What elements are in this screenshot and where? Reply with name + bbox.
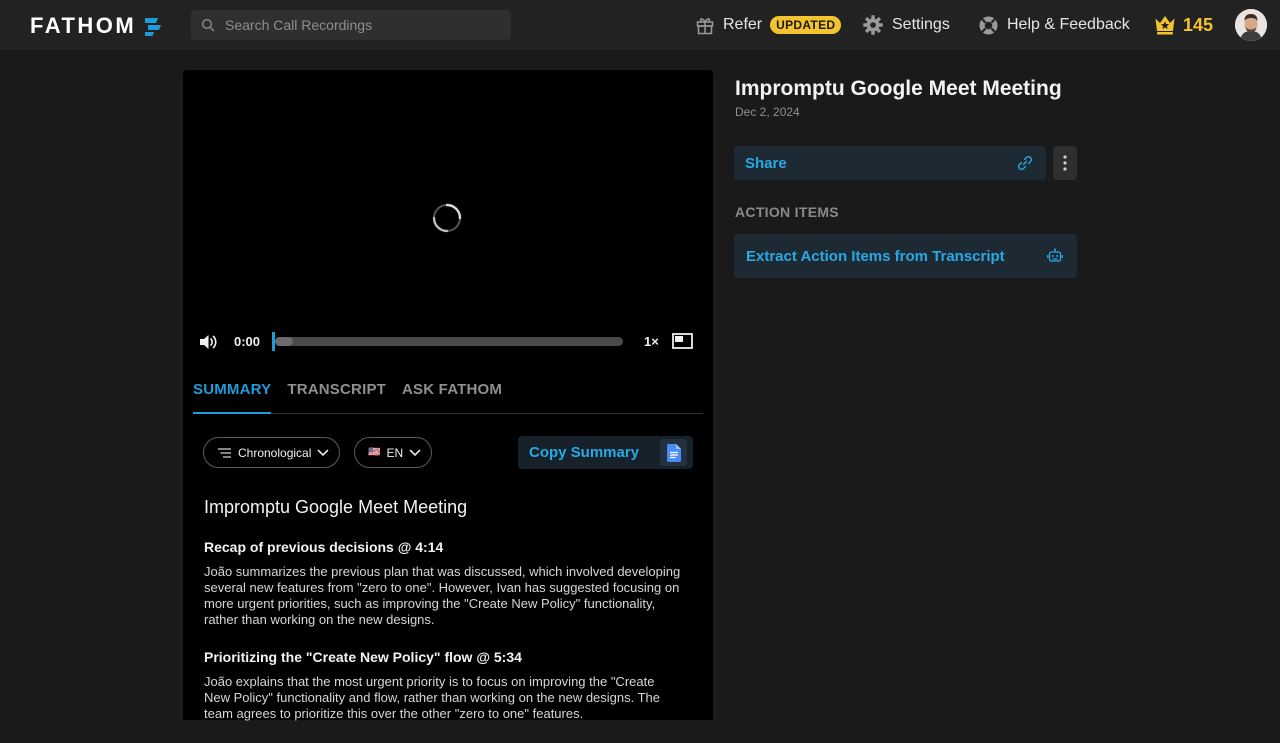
language-value: EN — [386, 445, 404, 460]
top-bar: FATHOM Refer UPDATED — [0, 0, 1280, 50]
gift-icon — [696, 18, 714, 35]
search-input[interactable] — [225, 17, 495, 33]
summary-section-body: João explains that the most urgent prior… — [204, 674, 661, 721]
order-dropdown[interactable]: Chronological — [203, 437, 341, 468]
user-avatar-image — [1235, 9, 1267, 41]
settings-label: Settings — [892, 16, 950, 33]
tab-transcript[interactable]: TRANSCRIPT — [287, 370, 386, 414]
help-feedback-button[interactable]: Help & Feedback — [978, 13, 1130, 37]
progress-bar[interactable] — [272, 332, 623, 351]
updated-badge: UPDATED — [770, 16, 842, 34]
logo-text: FATHOM — [30, 13, 137, 38]
flag-icon: 🇺🇸 — [368, 447, 381, 458]
lifebuoy-icon — [979, 16, 998, 34]
robot-icon — [1047, 248, 1063, 262]
refer-button[interactable]: Refer UPDATED — [695, 13, 842, 37]
picture-in-picture-icon[interactable] — [672, 332, 694, 350]
fathom-logo-icon — [145, 18, 162, 36]
copy-summary-button[interactable]: Copy Summary — [518, 436, 693, 469]
refer-label: Refer — [723, 16, 763, 33]
language-dropdown[interactable]: 🇺🇸 EN — [354, 437, 433, 468]
player-controls: 0:00 1× — [183, 330, 713, 354]
more-options-button[interactable] — [1053, 146, 1077, 180]
meeting-title: Impromptu Google Meet Meeting — [735, 77, 1062, 100]
fathom-logo[interactable]: FATHOM — [30, 13, 162, 39]
loading-spinner-icon — [432, 203, 462, 233]
help-label: Help & Feedback — [1007, 16, 1130, 33]
link-icon — [1017, 155, 1033, 171]
extract-action-items-button[interactable]: Extract Action Items from Transcript — [734, 234, 1077, 278]
settings-button[interactable]: Settings — [862, 13, 950, 37]
chevron-down-icon — [318, 449, 329, 456]
summary-tabs: SUMMARY TRANSCRIPT ASK FATHOM — [193, 370, 703, 414]
share-button[interactable]: Share — [734, 146, 1046, 180]
search-bar[interactable] — [191, 10, 511, 40]
summary-title: Impromptu Google Meet Meeting — [204, 497, 468, 517]
crown-icon — [1155, 16, 1175, 35]
google-docs-button[interactable] — [660, 439, 687, 466]
chevron-down-icon — [409, 449, 421, 456]
points-counter[interactable]: 145 — [1153, 10, 1213, 40]
current-time: 0:00 — [234, 334, 261, 349]
progress-buffer — [275, 337, 293, 346]
progress-thumb[interactable] — [272, 332, 275, 351]
google-docs-icon — [666, 443, 681, 462]
gear-icon — [863, 15, 883, 35]
playback-speed-button[interactable]: 1× — [644, 334, 659, 349]
video-player[interactable] — [183, 70, 713, 370]
share-label: Share — [745, 154, 787, 172]
sort-lines-icon — [218, 447, 231, 458]
order-value: Chronological — [238, 445, 312, 460]
tab-summary[interactable]: SUMMARY — [193, 370, 272, 414]
summary-content: Impromptu Google Meet Meeting Recap of p… — [204, 497, 694, 743]
action-items-heading: ACTION ITEMS — [735, 204, 839, 220]
extract-label: Extract Action Items from Transcript — [746, 247, 1005, 265]
summary-section-title[interactable]: Recap of previous decisions @ 4:14 — [204, 539, 694, 555]
meeting-date: Dec 2, 2024 — [735, 105, 800, 119]
tab-ask-fathom[interactable]: ASK FATHOM — [402, 370, 502, 414]
points-value: 145 — [1183, 14, 1214, 35]
kebab-menu-icon — [1063, 155, 1067, 171]
avatar[interactable] — [1235, 9, 1267, 41]
search-icon — [201, 18, 215, 32]
summary-section-title[interactable]: Prioritizing the "Create New Policy" flo… — [204, 649, 694, 665]
summary-section-body: João summarizes the previous plan that w… — [204, 564, 681, 627]
copy-summary-label: Copy Summary — [529, 444, 640, 461]
volume-icon[interactable] — [198, 332, 218, 352]
